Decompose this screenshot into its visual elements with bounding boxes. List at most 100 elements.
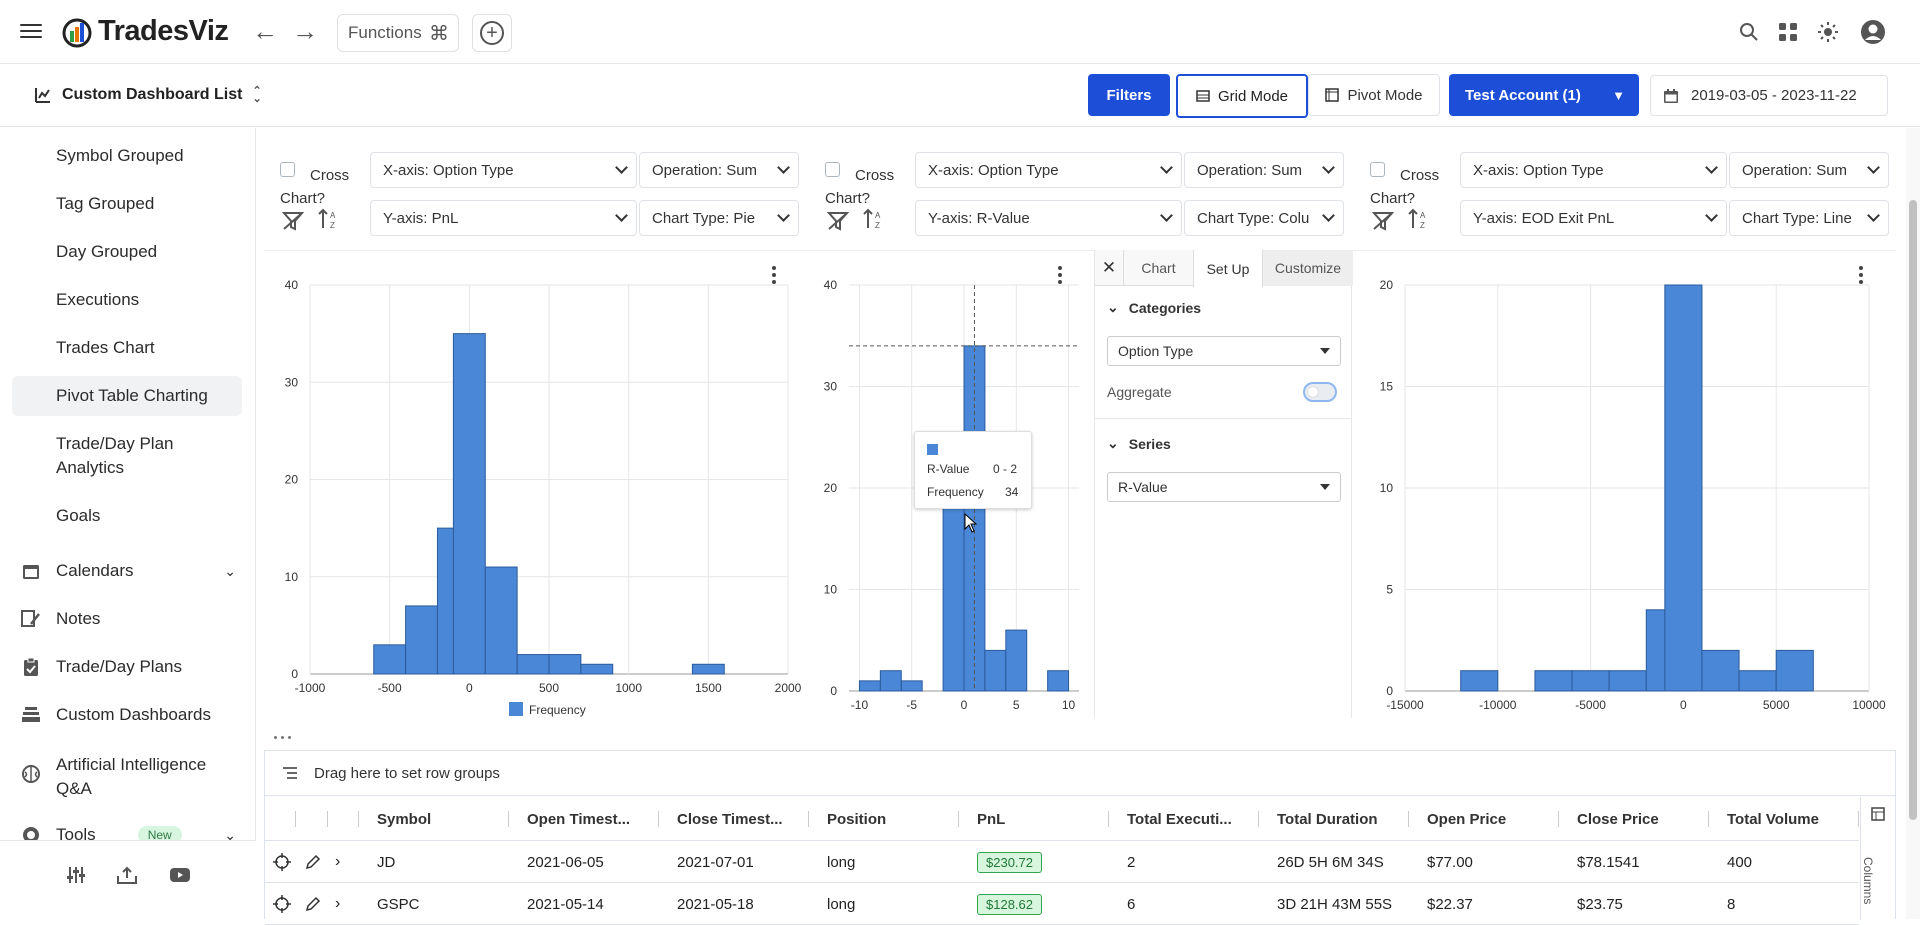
- column-header[interactable]: Open Price: [1427, 797, 1506, 841]
- column-header[interactable]: Close Timest...: [677, 797, 783, 841]
- eod-exit-pnl-histogram-chart[interactable]: 0 5 10 15 20 -15000 -10000 -5000 0 5000 10000: [1353, 251, 1896, 719]
- tab-chart[interactable]: Chart: [1123, 250, 1193, 286]
- sliders-icon[interactable]: [64, 863, 88, 887]
- chevron-down-icon: ⌄: [1107, 435, 1119, 451]
- more-options-icon[interactable]: [1859, 266, 1863, 284]
- tab-customize[interactable]: Customize: [1263, 250, 1353, 286]
- notes-icon: [20, 608, 42, 630]
- y-axis-select[interactable]: Y-axis: R-Value: [915, 200, 1182, 236]
- series-label: Series: [1128, 435, 1171, 452]
- pivot-mode-button[interactable]: Pivot Mode: [1308, 74, 1440, 116]
- y-axis-select[interactable]: Y-axis: PnL: [370, 200, 637, 236]
- column-header[interactable]: PnL: [977, 797, 1005, 841]
- sidebar-item-day-grouped[interactable]: Day Grouped: [56, 240, 157, 264]
- sidebar-item-tag-grouped[interactable]: Tag Grouped: [56, 192, 154, 216]
- histogram-bar: [1534, 670, 1573, 692]
- chart-type-select[interactable]: Chart Type: Line: [1729, 200, 1889, 236]
- x-axis-select[interactable]: X-axis: Option Type: [915, 152, 1182, 188]
- categories-select[interactable]: Option Type: [1107, 336, 1341, 366]
- cell-open-timestamp: 2021-06-05: [527, 853, 604, 871]
- clear-filter-icon[interactable]: [282, 210, 304, 232]
- sidebar-item-trade-day-plan-analytics[interactable]: Trade/Day Plan Analytics: [56, 432, 206, 480]
- pnl-histogram-chart[interactable]: 0 10 20 30 40 -1000 -500 0 500 1000 1500 2000 Freque…: [264, 251, 809, 719]
- apps-grid-icon[interactable]: [1776, 20, 1800, 44]
- cell-symbol: JD: [377, 853, 396, 871]
- column-header[interactable]: Position: [827, 797, 886, 841]
- columns-side-panel[interactable]: Columns: [1860, 797, 1895, 920]
- table-row[interactable]: › JD 2021-06-05 2021-07-01 long $230.72 …: [265, 841, 1859, 883]
- sidebar-item-custom-dashboards[interactable]: Custom Dashboards: [20, 704, 211, 726]
- operation-select[interactable]: Operation: Sum: [639, 152, 799, 188]
- column-header[interactable]: Total Duration: [1277, 797, 1378, 841]
- clear-filter-icon[interactable]: [1372, 210, 1394, 232]
- user-avatar-icon[interactable]: [1860, 19, 1886, 45]
- sidebar-item-goals[interactable]: Goals: [56, 504, 100, 528]
- forward-arrow-icon[interactable]: →: [292, 17, 318, 45]
- x-tick-label: 0: [961, 698, 968, 712]
- grid-mode-button[interactable]: Grid Mode: [1176, 74, 1308, 118]
- categories-section-header[interactable]: ⌄ Categories: [1107, 299, 1201, 316]
- x-axis-select[interactable]: X-axis: Option Type: [370, 152, 637, 188]
- column-header[interactable]: Open Timest...: [527, 797, 630, 841]
- more-options-icon[interactable]: [772, 266, 776, 284]
- column-header[interactable]: Total Executi...: [1127, 797, 1232, 841]
- custom-dashboard-list-dropdown[interactable]: Custom Dashboard List ⌃ ⌄: [34, 86, 262, 105]
- column-header[interactable]: Total Volume: [1727, 797, 1819, 841]
- youtube-icon[interactable]: [168, 863, 192, 887]
- chevron-right-icon[interactable]: ›: [335, 841, 340, 883]
- upload-icon[interactable]: [115, 863, 139, 887]
- sidebar-item-calendars[interactable]: Calendars ⌄: [20, 560, 236, 582]
- functions-button[interactable]: Functions ⌘: [337, 14, 459, 52]
- column-header[interactable]: Symbol: [377, 797, 431, 841]
- chart-type-select[interactable]: Chart Type: Pie: [639, 200, 799, 236]
- chart-type-select[interactable]: Chart Type: Colu: [1184, 200, 1344, 236]
- app-logo[interactable]: TradesViz: [62, 15, 229, 48]
- column-header[interactable]: Close Price: [1577, 797, 1659, 841]
- clear-filter-icon[interactable]: [827, 210, 849, 232]
- sidebar-item-pivot-table-charting[interactable]: Pivot Table Charting: [56, 384, 208, 408]
- operation-select[interactable]: Operation: Sum: [1729, 152, 1889, 188]
- sidebar-item-ai-qa[interactable]: Artificial Intelligence Q&A: [20, 753, 216, 801]
- chart-type-value: Chart Type: Pie: [652, 209, 756, 227]
- theme-sun-icon[interactable]: [1816, 20, 1840, 44]
- sort-icon[interactable]: AZ: [318, 208, 340, 230]
- categories-value: Option Type: [1118, 343, 1194, 359]
- row-group-drop-zone[interactable]: Drag here to set row groups: [265, 751, 1895, 796]
- resize-handle[interactable]: [274, 736, 291, 739]
- filters-button[interactable]: Filters: [1088, 74, 1170, 116]
- sidebar-item-trades-chart[interactable]: Trades Chart: [56, 336, 155, 360]
- tab-set-up[interactable]: Set Up: [1193, 250, 1263, 287]
- search-icon[interactable]: [1737, 20, 1761, 44]
- chevron-down-icon: [615, 209, 628, 222]
- page-scrollbar-thumb[interactable]: [1909, 200, 1917, 820]
- account-selector[interactable]: Test Account (1) ▼: [1449, 74, 1639, 116]
- y-tick-label: 20: [824, 481, 838, 495]
- y-tick-label: 30: [824, 380, 838, 394]
- row-group-icon: [283, 767, 297, 779]
- sidebar-item-symbol-grouped[interactable]: Symbol Grouped: [56, 144, 184, 168]
- operation-select[interactable]: Operation: Sum: [1184, 152, 1344, 188]
- series-section-header[interactable]: ⌄ Series: [1107, 435, 1171, 452]
- sort-icon[interactable]: AZ: [1408, 208, 1430, 230]
- menu-icon[interactable]: [20, 20, 42, 42]
- edit-icon[interactable]: [305, 841, 321, 883]
- crosshair-icon[interactable]: [273, 841, 291, 883]
- clipboard-icon: [20, 656, 42, 678]
- close-icon[interactable]: ✕: [1095, 250, 1123, 286]
- caret-down-icon: [1320, 348, 1330, 354]
- sidebar-item-trade-day-plans[interactable]: Trade/Day Plans: [20, 656, 182, 678]
- back-arrow-icon[interactable]: ←: [252, 17, 278, 45]
- aggregate-toggle[interactable]: [1303, 382, 1337, 402]
- add-button[interactable]: +: [472, 14, 512, 52]
- y-tick-label: 20: [1380, 278, 1394, 292]
- x-axis-select[interactable]: X-axis: Option Type: [1460, 152, 1727, 188]
- sidebar-item-label: Custom Dashboards: [56, 705, 211, 724]
- histogram-bar: [373, 644, 407, 675]
- y-axis-select[interactable]: Y-axis: EOD Exit PnL: [1460, 200, 1727, 236]
- date-range-picker[interactable]: 2019-03-05 - 2023-11-22: [1650, 75, 1888, 116]
- more-options-icon[interactable]: [1058, 266, 1062, 284]
- sidebar-item-executions[interactable]: Executions: [56, 288, 139, 312]
- sort-icon[interactable]: AZ: [863, 208, 885, 230]
- series-select[interactable]: R-Value: [1107, 472, 1341, 502]
- sidebar-item-notes[interactable]: Notes: [20, 608, 100, 630]
